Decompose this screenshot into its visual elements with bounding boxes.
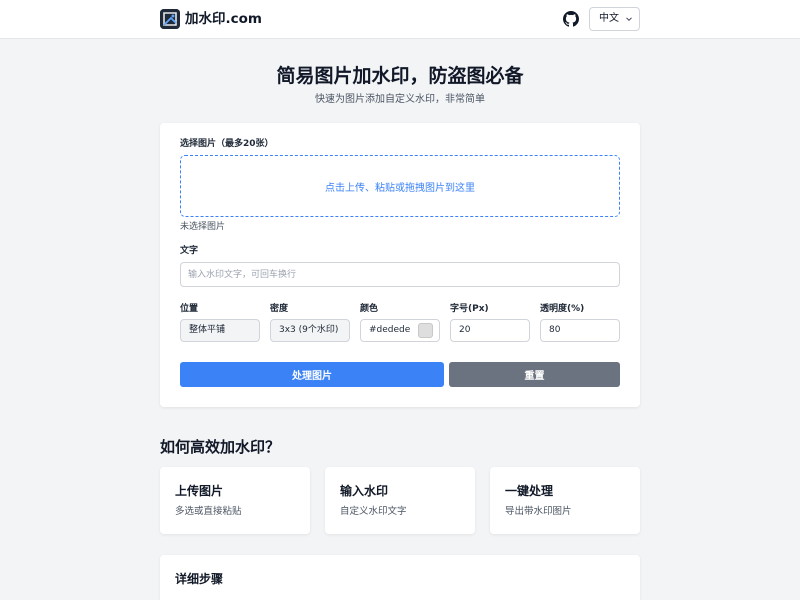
no-file-text: 未选择图片 [180, 222, 226, 232]
feature-card: 上传图片 多选或直接粘贴 [160, 467, 310, 534]
image-label: 选择图片（最多20张） [180, 139, 274, 149]
opacity-input[interactable]: 80 [540, 319, 620, 342]
top-navbar: 加水印.com 中文 [0, 0, 800, 39]
brand-logo-icon[interactable] [160, 9, 180, 29]
feature-card: 一键处理 导出带水印图片 [490, 467, 640, 534]
dropzone-text: 点击上传、粘贴或拖拽图片到这里 [325, 182, 475, 194]
color-swatch[interactable] [418, 323, 433, 338]
page-subtitle: 快速为图片添加自定义水印，非常简单 [315, 94, 485, 105]
brand-name[interactable]: 加水印.com [185, 9, 262, 29]
font-size-label: 字号(Px) [450, 304, 489, 314]
how-to-title: 如何高效加水印？ [160, 438, 281, 456]
language-value: 中文 [599, 13, 619, 24]
text-label: 文字 [180, 246, 199, 256]
color-input[interactable]: #dedede [360, 319, 440, 342]
color-value: #dedede [369, 325, 411, 335]
position-select[interactable]: 整体平铺 [180, 319, 260, 342]
detailed-steps-card: 详细步骤 [160, 555, 640, 600]
feature-desc: 自定义水印文字 [340, 506, 407, 517]
chevron-down-icon [626, 17, 632, 22]
position-label: 位置 [180, 304, 199, 314]
feature-title: 上传图片 [175, 484, 224, 498]
feature-title: 输入水印 [340, 484, 389, 498]
github-icon[interactable] [563, 11, 579, 27]
feature-card: 输入水印 自定义水印文字 [325, 467, 475, 534]
opacity-label: 透明度(%) [540, 304, 585, 314]
steps-title: 详细步骤 [175, 572, 224, 586]
watermark-form-card: 选择图片（最多20张） 点击上传、粘贴或拖拽图片到这里 未选择图片 文字 位置 … [160, 123, 640, 407]
feature-desc: 导出带水印图片 [505, 506, 572, 517]
page-title: 简易图片加水印，防盗图必备 [276, 65, 524, 87]
feature-desc: 多选或直接粘贴 [175, 506, 242, 517]
density-label: 密度 [270, 304, 289, 314]
image-dropzone[interactable]: 点击上传、粘贴或拖拽图片到这里 [180, 155, 620, 217]
reset-button[interactable]: 重置 [449, 362, 620, 387]
language-select[interactable]: 中文 [589, 7, 640, 31]
process-button[interactable]: 处理图片 [180, 362, 444, 387]
feature-title: 一键处理 [505, 484, 554, 498]
color-label: 颜色 [360, 304, 379, 314]
density-select[interactable]: 3x3 (9个水印) [270, 319, 350, 342]
font-size-input[interactable]: 20 [450, 319, 530, 342]
watermark-text-input[interactable] [180, 262, 620, 287]
